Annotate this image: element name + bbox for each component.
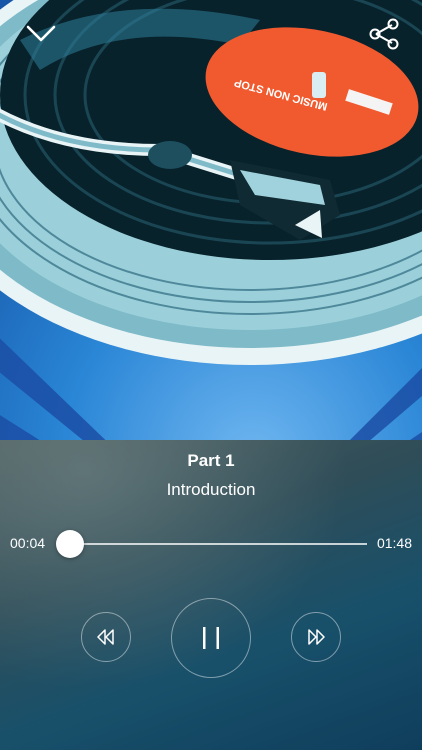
seek-thumb[interactable] (56, 530, 85, 558)
pause-icon (203, 627, 219, 649)
rewind-icon (97, 629, 114, 645)
play-pause-button[interactable] (171, 598, 251, 678)
share-button[interactable] (364, 14, 404, 54)
total-duration: 01:48 (376, 535, 412, 551)
track-title: Part 1 (187, 451, 235, 470)
collapse-button[interactable] (21, 14, 61, 54)
share-icon (369, 18, 399, 50)
seek-bar[interactable] (56, 530, 367, 558)
player-panel: Part 1 Introduction 00:04 01:48 (0, 440, 422, 750)
chevron-down-icon (26, 25, 56, 42)
rewind-button[interactable] (81, 612, 131, 662)
turntable-illustration: MUSIC NON STOP (0, 0, 422, 440)
album-artwork: MUSIC NON STOP (0, 0, 422, 440)
fast-forward-button[interactable] (291, 612, 341, 662)
chapter-title: Introduction (166, 480, 256, 499)
elapsed-time: 00:04 (10, 535, 46, 551)
fast-forward-icon (308, 629, 325, 645)
